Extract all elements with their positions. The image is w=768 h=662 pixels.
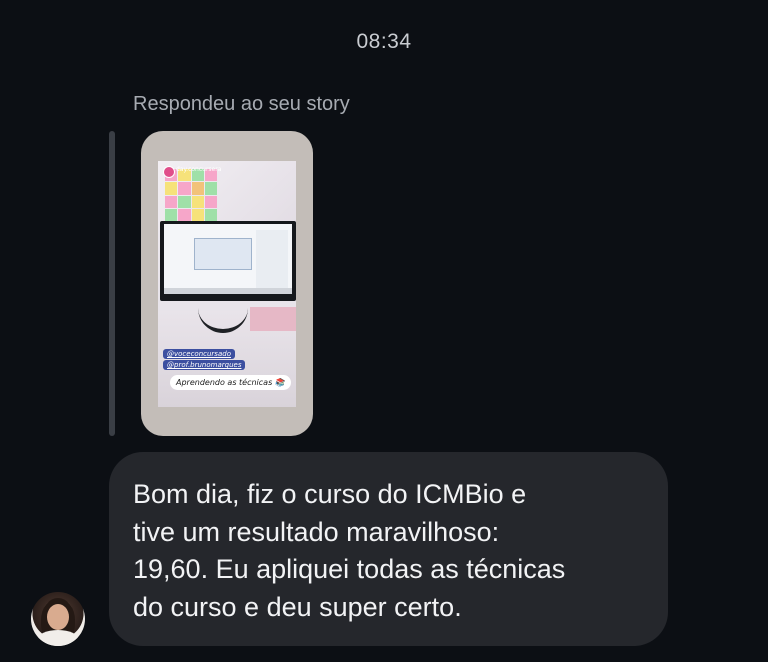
story-mention: @voceconcursado [163,349,235,359]
message-bubble[interactable]: Bom dia, fiz o curso do ICMBio e tive um… [109,452,668,646]
message-text-line: 19,60. Eu apliquei todas as técnicas [133,554,566,584]
story-caption: Aprendendo as técnicas 📚 [170,375,291,390]
story-monitor [160,221,296,301]
story-preview-card[interactable]: day.concursera @voceconcursado @prof.bru… [141,131,313,436]
story-mention: @prof.brunomarques [163,360,246,370]
post-it-notes [165,169,217,221]
story-author-handle: day.concursera [176,166,222,173]
story-reply-label: Respondeu ao seu story [133,93,350,115]
story-author-avatar-icon [163,166,175,178]
story-pink-box [250,307,296,331]
message-timestamp: 08:34 [356,30,412,53]
story-image: day.concursera @voceconcursado @prof.bru… [158,161,296,407]
reply-indicator-bar [109,131,115,436]
message-text-line: tive um resultado maravilhoso: [133,516,500,547]
message-text-line: do curso e deu super certo. [133,591,462,622]
message-text-line: Bom dia, fiz o curso do ICMBio e [133,479,527,509]
monitor-screen [164,224,292,294]
sender-avatar[interactable] [31,592,85,646]
